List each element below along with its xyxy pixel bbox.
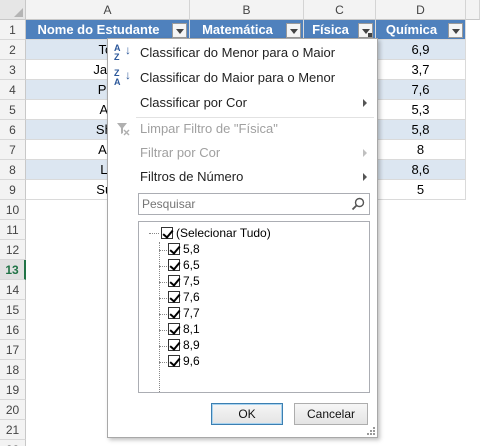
row-header[interactable]: 2 xyxy=(0,40,26,60)
search-icon xyxy=(351,197,365,211)
quimica-cell[interactable]: 7,6 xyxy=(376,80,466,100)
column-header-a[interactable]: A xyxy=(26,0,190,20)
row-header[interactable]: 12 xyxy=(0,240,26,260)
checkbox[interactable] xyxy=(168,323,180,335)
row-header[interactable]: 9 xyxy=(0,180,26,200)
row-header[interactable]: 17 xyxy=(0,340,26,360)
row-header[interactable]: 5 xyxy=(0,100,26,120)
submenu-arrow-icon xyxy=(363,173,367,181)
row-header[interactable]: 7 xyxy=(0,140,26,160)
row-header[interactable]: 3 xyxy=(0,60,26,80)
number-filters-item[interactable]: Filtros de Número xyxy=(108,165,377,189)
quimica-cell[interactable]: 8,6 xyxy=(376,160,466,180)
column-header-e[interactable] xyxy=(466,0,480,20)
select-all-corner[interactable] xyxy=(0,0,26,20)
row-header[interactable]: 19 xyxy=(0,380,26,400)
checkbox[interactable] xyxy=(168,355,180,367)
filter-dropdown-button[interactable] xyxy=(172,23,187,38)
clear-filter-icon xyxy=(117,123,130,136)
checkbox[interactable] xyxy=(168,339,180,351)
sort-descending-item[interactable]: Z A ↓ Classificar do Maior para o Menor xyxy=(108,66,377,90)
checkbox[interactable] xyxy=(168,307,180,319)
cancel-button[interactable]: Cancelar xyxy=(294,403,368,425)
row-header[interactable]: 4 xyxy=(0,80,26,100)
search-input[interactable] xyxy=(139,194,339,214)
checkbox[interactable] xyxy=(168,243,180,255)
sort-ascending-item[interactable]: A Z ↓ Classificar do Menor para o Maior xyxy=(108,41,377,65)
clear-filter-item[interactable]: Limpar Filtro de "Física" xyxy=(108,117,377,141)
row-header[interactable]: 18 xyxy=(0,360,26,380)
row-header[interactable]: 10 xyxy=(0,200,26,220)
header-cell-nome[interactable]: Nome do Estudante xyxy=(26,20,190,40)
row-header[interactable]: 6 xyxy=(0,120,26,140)
row-header[interactable]: 14 xyxy=(0,280,26,300)
submenu-arrow-icon xyxy=(363,149,367,157)
sort-ascending-icon: A Z ↓ xyxy=(114,43,131,62)
resize-grip-icon[interactable] xyxy=(365,425,375,435)
filter-dropdown-button-active[interactable] xyxy=(358,23,373,38)
row-header[interactable]: 21 xyxy=(0,420,26,440)
autofilter-dropdown: A Z ↓ Classificar do Menor para o Maior ZA… xyxy=(107,38,378,438)
row-header[interactable]: 11 xyxy=(0,220,26,240)
row-header[interactable]: 15 xyxy=(0,300,26,320)
ok-button[interactable]: OK xyxy=(211,403,283,425)
quimica-cell[interactable]: 6,9 xyxy=(376,40,466,60)
quimica-cell[interactable]: 8 xyxy=(376,140,466,160)
row-header[interactable]: 1 xyxy=(0,20,26,40)
column-header-b[interactable]: B xyxy=(190,0,304,20)
sort-by-color-item[interactable]: Classificar por Cor xyxy=(108,91,377,115)
column-header-c[interactable]: C xyxy=(304,0,376,20)
column-header-d[interactable]: D xyxy=(376,0,466,20)
checkbox[interactable] xyxy=(161,227,173,239)
filter-dropdown-button[interactable] xyxy=(286,23,301,38)
row-header[interactable]: 16 xyxy=(0,320,26,340)
quimica-cell[interactable]: 5,8 xyxy=(376,120,466,140)
search-field[interactable] xyxy=(138,193,370,215)
row-header[interactable]: 20 xyxy=(0,400,26,420)
filter-by-color-item[interactable]: Filtrar por Cor xyxy=(108,141,377,165)
filter-values-list[interactable]: (Selecionar Tudo) 5,8 6,5 7,5 7,6 7,7 8,… xyxy=(138,221,370,393)
filter-dropdown-button[interactable] xyxy=(448,23,463,38)
sort-descending-icon: Z A ↓ xyxy=(114,68,131,87)
quimica-cell[interactable]: 5,3 xyxy=(376,100,466,120)
checkbox[interactable] xyxy=(168,259,180,271)
checkbox[interactable] xyxy=(168,275,180,287)
quimica-cell[interactable]: 3,7 xyxy=(376,60,466,80)
row-header-active[interactable]: 13 xyxy=(0,260,26,280)
row-header[interactable]: 22 xyxy=(0,440,26,446)
submenu-arrow-icon xyxy=(363,99,367,107)
quimica-cell[interactable]: 5 xyxy=(376,180,466,200)
checkbox[interactable] xyxy=(168,291,180,303)
row-header[interactable]: 8 xyxy=(0,160,26,180)
